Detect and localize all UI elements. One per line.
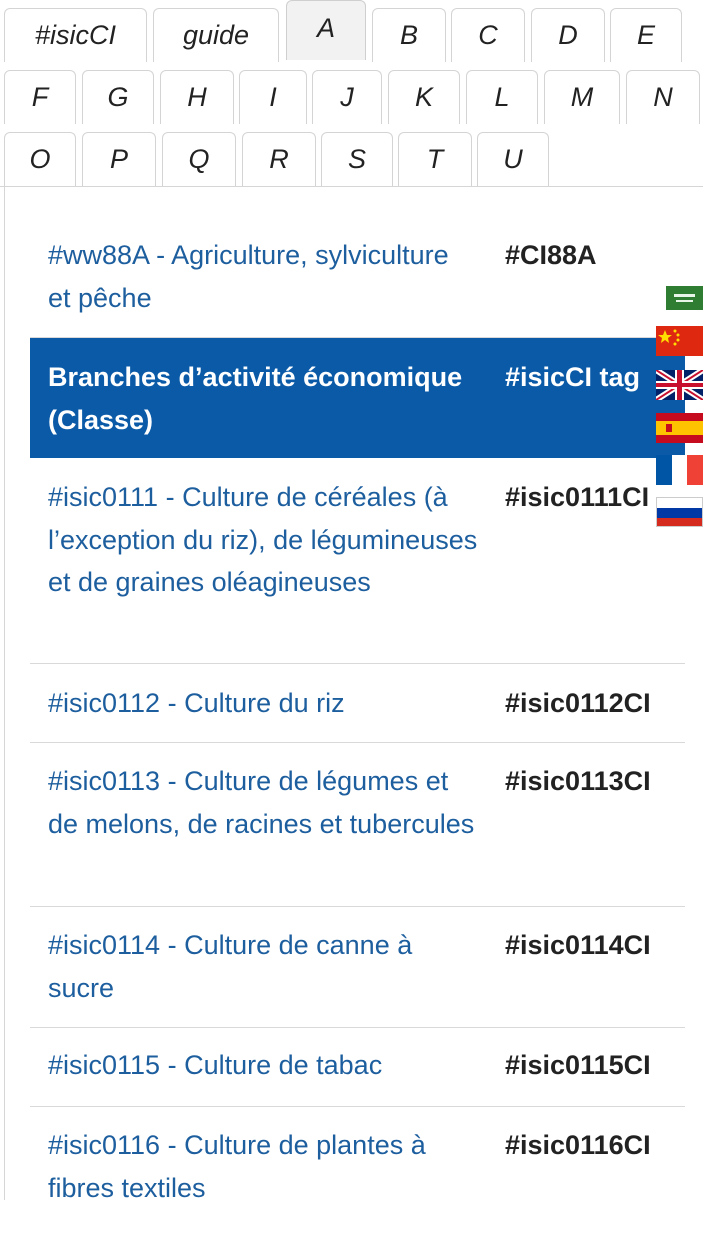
table-row: #isic0112 - Culture du riz #isic0112CI [30, 682, 685, 743]
tab-s[interactable]: S [321, 132, 393, 186]
tab-j[interactable]: J [312, 70, 382, 124]
tab-isicci[interactable]: #isicCI [4, 8, 147, 62]
row-tag: #CI88A [505, 240, 597, 270]
tab-l[interactable]: L [466, 70, 538, 124]
tab-e[interactable]: E [610, 8, 682, 62]
tab-h[interactable]: H [160, 70, 234, 124]
saudi-arabia-flag-icon[interactable] [666, 286, 703, 310]
table-row: #isic0113 - Culture de légumes et de mel… [30, 760, 685, 907]
row-tag: #isic0112CI [505, 688, 651, 718]
spain-flag-icon[interactable] [656, 413, 703, 443]
table-row: #isic0111 - Culture de céréales (à l’exc… [30, 476, 685, 664]
row-tag: #isic0114CI [505, 930, 651, 960]
row-tag: #isic0116CI [505, 1130, 651, 1160]
row-tag: #isic0115CI [505, 1050, 651, 1080]
table-header-row: Branches d’activité économique (Classe) … [30, 338, 685, 458]
russia-flag-icon[interactable] [656, 497, 703, 527]
tab-f[interactable]: F [4, 70, 76, 124]
tab-g[interactable]: G [82, 70, 154, 124]
row-tag: #isic0113CI [505, 766, 651, 796]
tab-a[interactable]: A [286, 0, 366, 60]
table-row: #ww88A - Agriculture, sylviculture et pê… [30, 234, 685, 338]
tab-q[interactable]: Q [162, 132, 236, 186]
tab-m[interactable]: M [544, 70, 620, 124]
tab-r[interactable]: R [242, 132, 316, 186]
row-label-link[interactable]: #isic0115 - Culture de tabac [48, 1044, 478, 1087]
tab-c[interactable]: C [451, 8, 525, 62]
row-label-link[interactable]: #isic0111 - Culture de céréales (à l’exc… [48, 476, 478, 604]
china-flag-icon[interactable] [656, 326, 703, 356]
row-label-link[interactable]: #isic0113 - Culture de légumes et de mel… [48, 760, 478, 845]
tab-guide[interactable]: guide [153, 8, 279, 62]
table-row: #isic0114 - Culture de canne à sucre #is… [30, 924, 685, 1028]
tab-k[interactable]: K [388, 70, 460, 124]
tab-o[interactable]: O [4, 132, 76, 186]
row-label-link[interactable]: #isic0116 - Culture de plantes à fibres … [48, 1124, 478, 1209]
header-tag: #isicCI tag [505, 362, 641, 392]
tab-n[interactable]: N [626, 70, 700, 124]
table-row: #isic0116 - Culture de plantes à fibres … [30, 1124, 685, 1234]
tab-d[interactable]: D [531, 8, 605, 62]
table-row: #isic0115 - Culture de tabac #isic0115CI [30, 1044, 685, 1107]
header-label: Branches d’activité économique (Classe) [48, 362, 463, 435]
row-label-link[interactable]: #ww88A - Agriculture, sylviculture et pê… [48, 234, 478, 319]
uk-flag-icon[interactable] [656, 370, 703, 400]
tab-u[interactable]: U [477, 132, 549, 186]
tab-b[interactable]: B [372, 8, 446, 62]
france-flag-icon[interactable] [656, 455, 703, 485]
tab-i[interactable]: I [239, 70, 307, 124]
row-tag: #isic0111CI [505, 482, 650, 512]
tab-p[interactable]: P [82, 132, 156, 186]
row-label-link[interactable]: #isic0112 - Culture du riz [48, 682, 478, 725]
row-label-link[interactable]: #isic0114 - Culture de canne à sucre [48, 924, 478, 1009]
tab-t[interactable]: T [398, 132, 472, 186]
